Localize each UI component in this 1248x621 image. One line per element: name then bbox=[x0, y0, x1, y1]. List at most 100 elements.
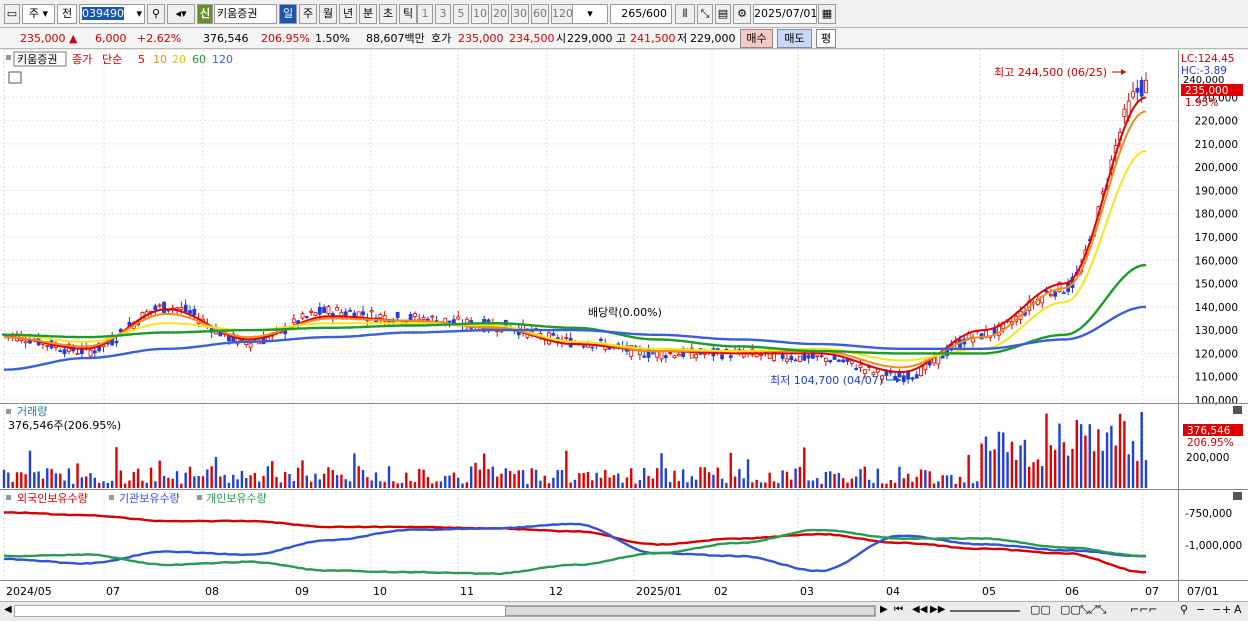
volume-bar bbox=[1006, 452, 1009, 488]
volume-bar bbox=[2, 469, 6, 488]
table-icon[interactable] bbox=[8, 71, 22, 84]
search-icon[interactable]: ⚲ bbox=[147, 4, 165, 24]
zoom-slider[interactable] bbox=[950, 610, 1020, 612]
interval-button-1[interactable]: 3 bbox=[435, 4, 451, 24]
interval-button-3[interactable]: 10 bbox=[471, 4, 489, 24]
volume-bar bbox=[1015, 459, 1018, 488]
volume-bar bbox=[880, 483, 884, 488]
volume-title: 거래량 bbox=[17, 405, 47, 418]
chart-area[interactable]: 100,000 110,000 120,000 130,000 140,000 150,0… bbox=[0, 50, 1248, 601]
volume-bar bbox=[1045, 413, 1048, 488]
candle-body bbox=[45, 345, 50, 347]
candle-body bbox=[335, 307, 339, 311]
period-tab-5[interactable]: 초 bbox=[379, 4, 397, 24]
volume-bar bbox=[547, 483, 551, 488]
volume-value: 376,546 bbox=[203, 32, 249, 45]
volume-bar bbox=[712, 474, 715, 488]
period-tab-3[interactable]: 년 bbox=[339, 4, 357, 24]
calendar-icon[interactable]: ▦ bbox=[818, 4, 836, 24]
first-page-icon[interactable]: ⏮ bbox=[894, 604, 903, 615]
volume-bar bbox=[768, 472, 771, 488]
close-panel-icon[interactable] bbox=[1233, 492, 1242, 500]
volume-bar bbox=[578, 473, 581, 488]
interval-button-6[interactable]: 60 bbox=[531, 4, 549, 24]
volume-bar bbox=[1028, 466, 1031, 488]
period-tab-0[interactable]: 일 bbox=[279, 4, 297, 24]
sell-button[interactable]: 매도 bbox=[777, 29, 812, 48]
candle-body bbox=[421, 317, 426, 321]
volume-bar bbox=[141, 480, 144, 488]
interval-button-0[interactable]: 1 bbox=[417, 4, 433, 24]
count-field[interactable]: 265/600 bbox=[610, 4, 672, 24]
zoom-out-icon[interactable]: − bbox=[1196, 603, 1205, 616]
chart-svg[interactable]: 100,000 110,000 120,000 130,000 140,000 150,0… bbox=[0, 50, 1248, 601]
scroll-thumb[interactable] bbox=[505, 606, 875, 616]
volume-bar bbox=[357, 466, 360, 488]
volume-bar bbox=[206, 469, 209, 488]
window-icon[interactable]: ▭ bbox=[4, 4, 20, 24]
volume-bar bbox=[1101, 450, 1104, 488]
volume-bar bbox=[227, 482, 231, 488]
volume-bar bbox=[1002, 432, 1005, 488]
interval-button-2[interactable]: 5 bbox=[453, 4, 469, 24]
layout-icon[interactable]: ▢▢ bbox=[1030, 603, 1051, 616]
scroll-track[interactable] bbox=[14, 605, 876, 617]
interval-button-5[interactable]: 30 bbox=[511, 4, 529, 24]
candle-body bbox=[581, 345, 586, 348]
volume-bar bbox=[725, 482, 728, 488]
zoom-icon[interactable]: ⚲ bbox=[1180, 603, 1188, 616]
dropdown-icon[interactable]: ▾ bbox=[136, 5, 144, 23]
volume-last-pct: 206.95% bbox=[1187, 437, 1234, 449]
volume-bar bbox=[392, 481, 395, 488]
volume-bar bbox=[504, 468, 507, 488]
volume-bar bbox=[573, 479, 577, 488]
candle-body bbox=[728, 355, 733, 358]
draw-tools-icon[interactable]: ⤡⤢⤡ bbox=[1080, 603, 1106, 617]
sound-icon[interactable]: ◂▾ bbox=[167, 4, 195, 24]
period-tab-4[interactable]: 분 bbox=[359, 4, 377, 24]
zoom-minus-icon[interactable]: − bbox=[1212, 603, 1221, 616]
close-panel-icon[interactable] bbox=[1233, 406, 1242, 414]
volume-tick: 200,000 bbox=[1186, 452, 1229, 464]
volume-bar bbox=[521, 470, 525, 488]
buy-button[interactable]: 매수 bbox=[740, 29, 773, 48]
volume-bar bbox=[699, 467, 702, 488]
volume-bar bbox=[556, 469, 559, 488]
x-tick-label: 10 bbox=[373, 585, 387, 598]
gear-icon[interactable]: ⚙ bbox=[733, 4, 751, 24]
volume-bar bbox=[97, 482, 101, 488]
text-tool-icon[interactable]: ⌐⌐⌐ bbox=[1130, 603, 1158, 616]
open-label: 시 bbox=[556, 32, 567, 45]
crosshair-icon[interactable]: ⤡ bbox=[697, 4, 713, 24]
font-size-icon[interactable]: A bbox=[1234, 603, 1242, 616]
candle-body bbox=[919, 366, 923, 377]
interval-dropdown[interactable]: ▾ bbox=[572, 4, 608, 24]
interval-button-7[interactable]: 120 bbox=[551, 4, 573, 24]
split-icon[interactable]: ▢▢ bbox=[1060, 603, 1081, 616]
next-page-icon[interactable]: ▶▶ bbox=[930, 604, 945, 615]
date-field[interactable]: 2025/07/01 bbox=[753, 4, 817, 24]
period-tab-1[interactable]: 주 bbox=[299, 4, 317, 24]
volume-bar bbox=[275, 477, 278, 488]
eval-button[interactable]: 평 bbox=[816, 29, 836, 48]
prev-button[interactable]: 전 bbox=[57, 4, 77, 24]
interval-button-4[interactable]: 20 bbox=[491, 4, 509, 24]
period-tab-2[interactable]: 월 bbox=[319, 4, 337, 24]
candle-icon[interactable]: ⫴ bbox=[675, 4, 695, 24]
period-tab-6[interactable]: 틱 bbox=[399, 4, 417, 24]
volume-bar bbox=[236, 479, 239, 488]
zoom-in-icon[interactable]: + bbox=[1222, 603, 1231, 616]
stock-name[interactable]: 키움증권 bbox=[214, 4, 277, 24]
prev-page-icon[interactable]: ◀◀ bbox=[912, 604, 927, 615]
code-input[interactable]: 039490 ▾ bbox=[79, 4, 145, 24]
period-type-select[interactable]: 주 ▾ bbox=[22, 4, 55, 24]
scroll-bar[interactable]: ◀ ▶ ⏮ ◀◀ ▶▶ ▢▢ ▢▢ ⤡⤢⤡ ⌐⌐⌐ ⚲ − − + A bbox=[0, 601, 1248, 621]
scroll-left-icon[interactable]: ◀ bbox=[4, 604, 12, 615]
save-icon[interactable]: ▤ bbox=[715, 4, 731, 24]
volume-bar bbox=[807, 480, 810, 488]
scroll-right-icon[interactable]: ▶ bbox=[880, 604, 888, 615]
volume-bar bbox=[1075, 419, 1078, 488]
candle-body bbox=[642, 355, 647, 358]
candle-body bbox=[780, 354, 785, 359]
candle-body bbox=[157, 304, 162, 307]
